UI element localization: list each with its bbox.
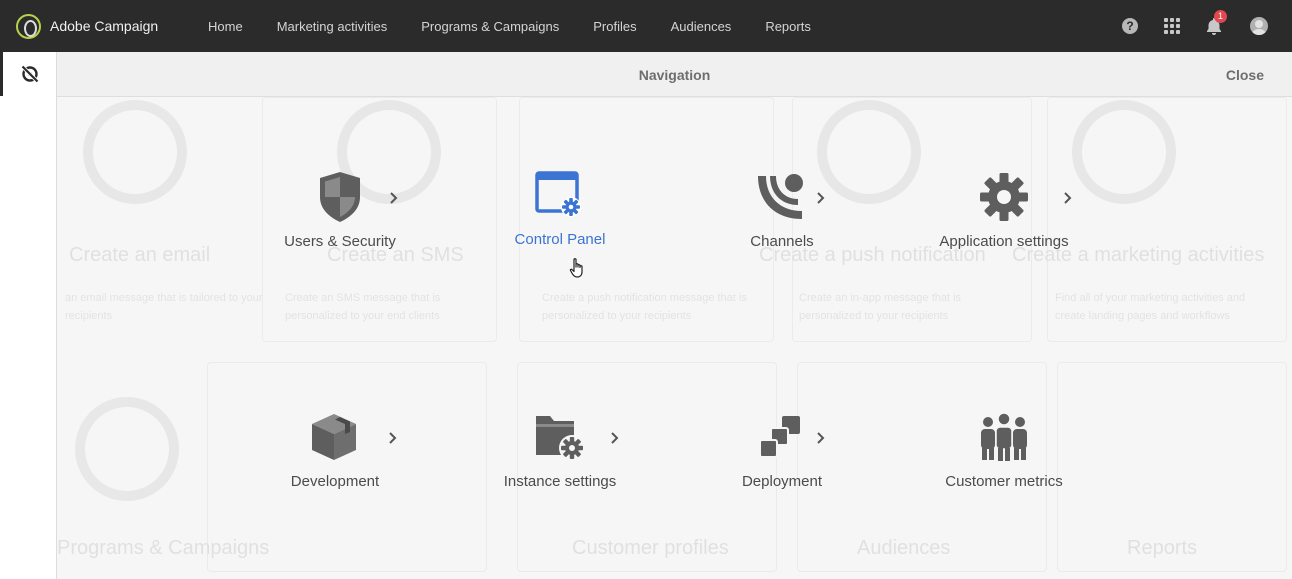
chevron-right-icon xyxy=(390,192,398,204)
main-content: Create an email Create an SMS Create a p… xyxy=(57,52,1292,579)
tile-development[interactable]: Development xyxy=(235,407,435,517)
chevron-right-icon xyxy=(817,432,825,444)
topnav-programs-campaigns[interactable]: Programs & Campaigns xyxy=(404,19,576,34)
navigation-title: Navigation xyxy=(638,67,711,83)
notifications-bell-icon[interactable]: 1 xyxy=(1206,10,1227,36)
tile-application-settings[interactable]: Application settings xyxy=(904,167,1104,277)
tile-users-security[interactable]: Users & Security xyxy=(240,167,440,277)
bg-card-title: Audiences xyxy=(857,537,951,559)
brand-name: Adobe Campaign xyxy=(50,18,159,34)
topnav-profiles[interactable]: Profiles xyxy=(576,19,653,34)
chevron-right-icon xyxy=(817,192,825,204)
navigation-off-icon xyxy=(21,65,39,83)
chevron-right-icon xyxy=(389,432,397,444)
tile-label: Development xyxy=(290,473,380,490)
topnav-reports[interactable]: Reports xyxy=(748,19,828,34)
tile-customer-metrics[interactable]: Customer metrics xyxy=(904,407,1104,517)
control-panel-icon xyxy=(530,165,590,225)
notification-badge: 1 xyxy=(1214,10,1227,23)
navigation-toggle-button[interactable] xyxy=(0,52,57,96)
tile-deployment[interactable]: Deployment xyxy=(682,407,882,517)
brand[interactable]: Adobe Campaign xyxy=(16,13,158,39)
gear-icon xyxy=(974,167,1034,227)
tile-instance-settings[interactable]: Instance settings xyxy=(460,407,660,517)
tile-label: Application settings xyxy=(939,233,1069,250)
app-switcher-icon[interactable] xyxy=(1164,18,1180,34)
people-icon xyxy=(974,407,1034,467)
bg-card-title: Programs & Campaigns xyxy=(57,537,270,559)
topnav-audiences[interactable]: Audiences xyxy=(654,19,749,34)
tile-control-panel[interactable]: Control Panel xyxy=(460,165,660,275)
tile-channels[interactable]: Channels xyxy=(682,167,882,277)
chevron-right-icon xyxy=(611,432,619,444)
user-avatar[interactable] xyxy=(1250,17,1268,35)
adobe-campaign-logo-icon xyxy=(16,13,41,39)
left-rail xyxy=(0,52,57,579)
bg-card-description: Create an in-app message that is persona… xyxy=(799,292,962,322)
shield-icon xyxy=(310,167,370,227)
tile-label: Channels xyxy=(750,233,814,250)
bg-card-description: Create an SMS message that is personaliz… xyxy=(285,292,441,322)
bg-card-description: Find all of your marketing activities an… xyxy=(1055,292,1246,322)
top-bar: Adobe Campaign Home Marketing activities… xyxy=(0,0,1292,52)
tile-label: Instance settings xyxy=(503,473,617,490)
bg-card-title: Create an email xyxy=(69,244,211,266)
bg-card-description: Create a push notification message that … xyxy=(542,292,747,322)
folder-gear-icon xyxy=(530,407,590,467)
deployment-icon xyxy=(752,407,812,467)
cube-icon xyxy=(305,407,365,467)
help-icon[interactable]: ? xyxy=(1122,18,1138,34)
top-right-actions: ? 1 xyxy=(1122,10,1268,38)
top-navigation: Home Marketing activities Programs & Cam… xyxy=(191,0,828,52)
bg-card-title: Reports xyxy=(1127,537,1198,559)
navigation-header: Navigation Close xyxy=(57,52,1292,97)
close-button[interactable]: Close xyxy=(1226,67,1264,83)
bg-card-title: Customer profiles xyxy=(572,537,729,559)
channels-icon xyxy=(752,167,812,227)
tile-label: Deployment xyxy=(741,473,823,490)
chevron-right-icon xyxy=(1064,192,1072,204)
tile-label: Users & Security xyxy=(284,233,396,250)
tile-label: Customer metrics xyxy=(945,473,1063,490)
topnav-home[interactable]: Home xyxy=(191,19,260,34)
bg-card-description: an email message that is tailored to you… xyxy=(65,292,263,322)
topnav-marketing-activities[interactable]: Marketing activities xyxy=(260,19,405,34)
tile-label: Control Panel xyxy=(514,231,606,248)
